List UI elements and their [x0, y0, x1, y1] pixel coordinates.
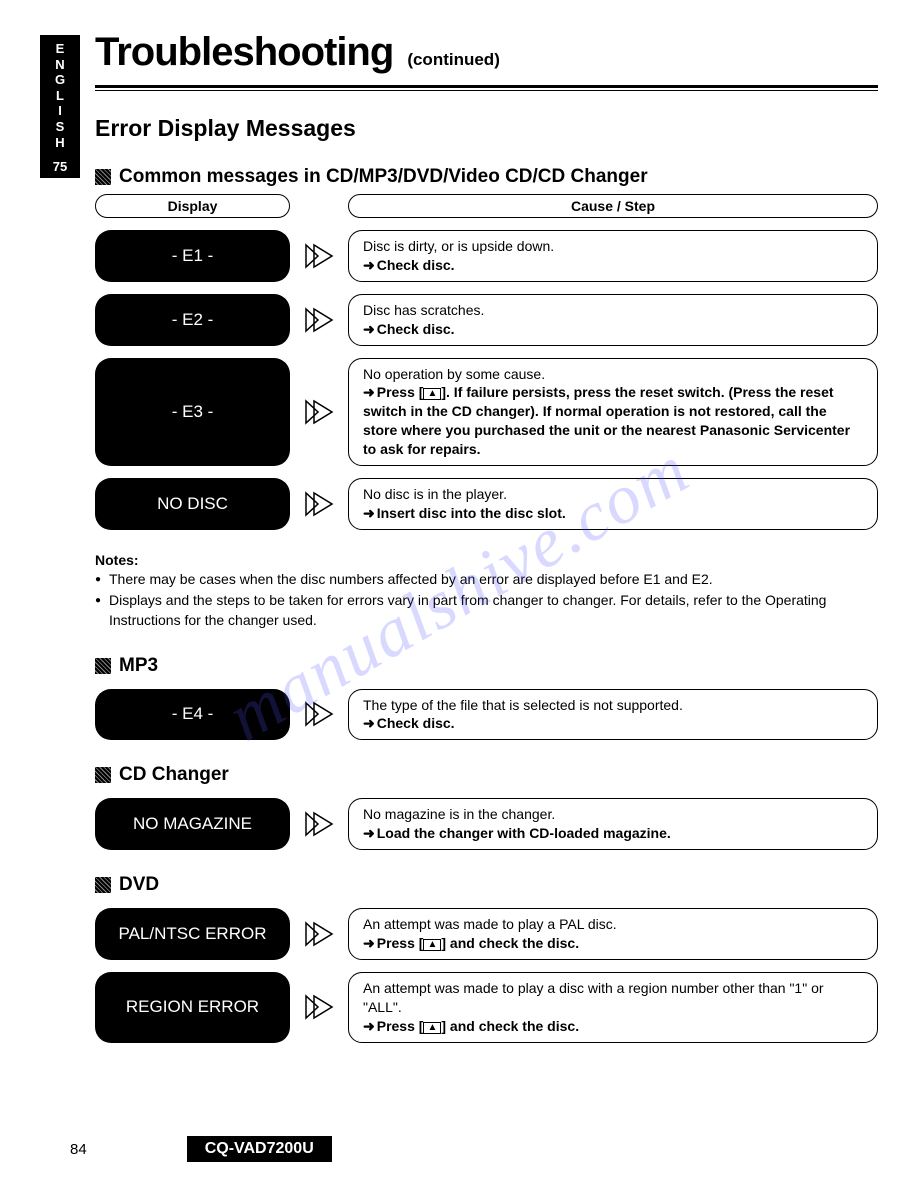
arrow-icon	[290, 798, 348, 850]
display-code: PAL/NTSC ERROR	[95, 908, 290, 960]
square-icon	[95, 877, 111, 893]
notes-block: Notes: There may be cases when the disc n…	[95, 552, 878, 631]
display-code: NO MAGAZINE	[95, 798, 290, 850]
arrow-icon	[290, 294, 348, 346]
cause-text: An attempt was made to play a PAL disc.	[363, 915, 863, 934]
cause-text: Disc is dirty, or is upside down.	[363, 237, 863, 256]
cause-text: No disc is in the player.	[363, 485, 863, 504]
square-icon	[95, 169, 111, 185]
section-heading: Error Display Messages	[95, 115, 878, 142]
group-heading: DVD	[119, 874, 159, 896]
group-heading: CD Changer	[119, 764, 229, 786]
page-title: Troubleshooting	[95, 30, 393, 75]
note-item: Displays and the steps to be taken for e…	[95, 591, 878, 630]
arrow-icon	[290, 689, 348, 741]
error-row: NO MAGAZINE No magazine is in the changer…	[95, 798, 878, 850]
square-icon	[95, 767, 111, 783]
group-heading: MP3	[119, 655, 158, 677]
model-badge: CQ-VAD7200U	[187, 1136, 332, 1162]
notes-heading: Notes:	[95, 552, 878, 568]
cause-header: Cause / Step	[348, 194, 878, 218]
page-footer: 84 CQ-VAD7200U	[70, 1136, 332, 1162]
arrow-icon	[290, 908, 348, 960]
display-code: NO DISC	[95, 478, 290, 530]
language-tab: ENGLISH	[40, 35, 80, 156]
divider	[95, 85, 878, 88]
error-row: PAL/NTSC ERROR An attempt was made to pla…	[95, 908, 878, 960]
group-heading: Common messages in CD/MP3/DVD/Video CD/C…	[119, 166, 648, 188]
display-code: - E4 -	[95, 689, 290, 741]
display-code: - E1 -	[95, 230, 290, 282]
error-row: - E1 - Disc is dirty, or is upside down.C…	[95, 230, 878, 282]
cause-text: An attempt was made to play a disc with …	[363, 979, 863, 1017]
cause-text: The type of the file that is selected is…	[363, 696, 863, 715]
cause-step-box: Disc has scratches.Check disc.	[348, 294, 878, 346]
page-number: 84	[70, 1141, 87, 1158]
cause-step-box: An attempt was made to play a PAL disc.P…	[348, 908, 878, 960]
continued-label: (continued)	[407, 50, 500, 70]
section-page-tab: 75	[40, 155, 80, 178]
arrow-icon	[290, 358, 348, 466]
arrow-icon	[290, 478, 348, 530]
display-code: - E2 -	[95, 294, 290, 346]
error-row: - E4 - The type of the file that is selec…	[95, 689, 878, 741]
cause-step-box: An attempt was made to play a disc with …	[348, 972, 878, 1043]
cause-text: No magazine is in the changer.	[363, 805, 863, 824]
square-icon	[95, 658, 111, 674]
cause-step-box: No disc is in the player.Insert disc int…	[348, 478, 878, 530]
error-row: REGION ERROR An attempt was made to play …	[95, 972, 878, 1043]
display-header: Display	[95, 194, 290, 218]
error-row: - E2 - Disc has scratches.Check disc.	[95, 294, 878, 346]
cause-text: No operation by some cause.	[363, 365, 863, 384]
cause-step-box: No operation by some cause.Press []. If …	[348, 358, 878, 466]
cause-step-box: The type of the file that is selected is…	[348, 689, 878, 741]
divider	[95, 90, 878, 91]
cause-text: Disc has scratches.	[363, 301, 863, 320]
display-code: REGION ERROR	[95, 972, 290, 1043]
cause-step-box: Disc is dirty, or is upside down.Check d…	[348, 230, 878, 282]
note-item: There may be cases when the disc numbers…	[95, 570, 878, 590]
cause-step-box: No magazine is in the changer.Load the c…	[348, 798, 878, 850]
arrow-icon	[290, 972, 348, 1043]
error-row: NO DISC No disc is in the player.Insert d…	[95, 478, 878, 530]
error-row: - E3 - No operation by some cause.Press […	[95, 358, 878, 466]
display-code: - E3 -	[95, 358, 290, 466]
arrow-icon	[290, 230, 348, 282]
